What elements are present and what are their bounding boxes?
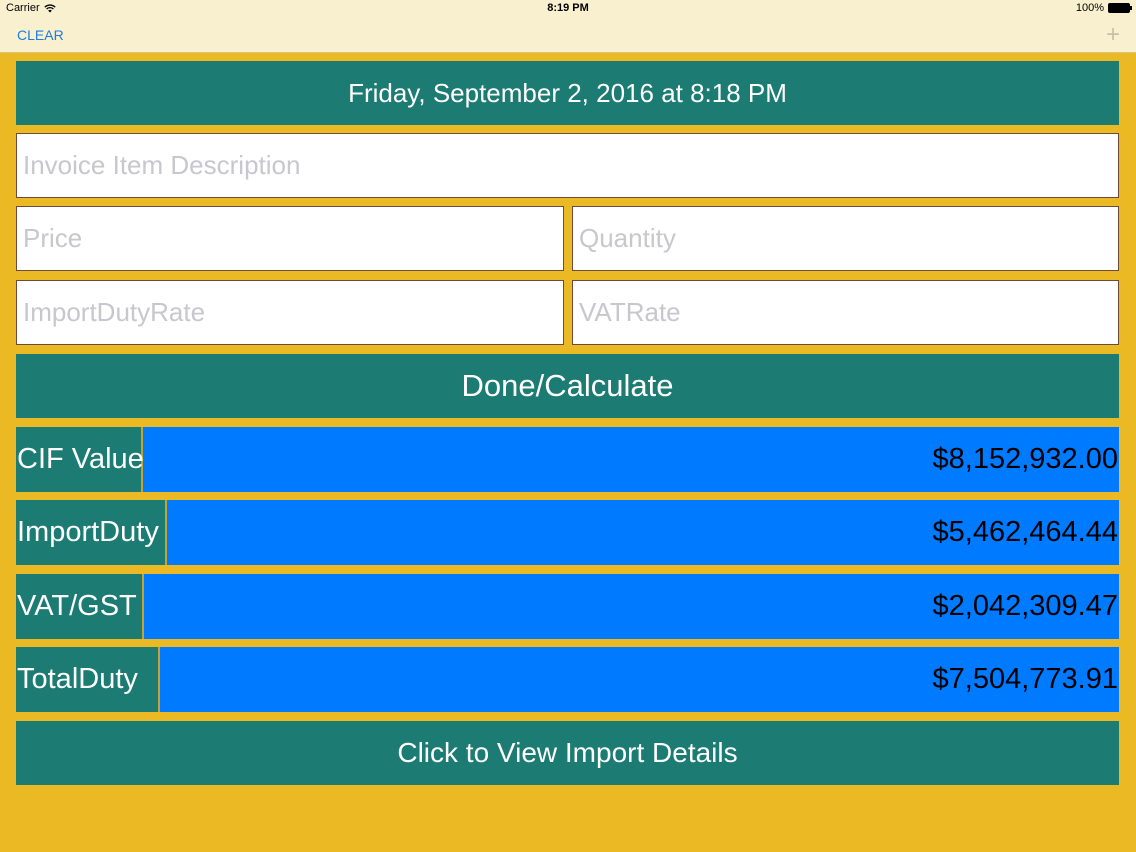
battery-percent: 100% bbox=[1075, 2, 1104, 14]
cif-value-amount: $8,152,932.00 bbox=[143, 427, 1119, 492]
date-display: Friday, September 2, 2016 at 8:18 PM bbox=[16, 61, 1119, 125]
view-import-details-button[interactable]: Click to View Import Details bbox=[16, 721, 1119, 785]
done-calculate-label: Done/Calculate bbox=[461, 368, 674, 403]
cif-value-label: CIF Value bbox=[16, 427, 144, 492]
result-row-cif-value: CIF Value $8,152,932.00 bbox=[16, 427, 1119, 492]
date-label: Friday, September 2, 2016 at 8:18 PM bbox=[348, 77, 787, 108]
clear-button[interactable]: CLEAR bbox=[17, 27, 64, 43]
price-input[interactable] bbox=[16, 206, 564, 271]
battery-icon bbox=[1108, 3, 1132, 13]
description-input[interactable] bbox=[16, 133, 1119, 198]
navigation-bar: CLEAR + bbox=[0, 18, 1136, 53]
add-button[interactable]: + bbox=[1106, 23, 1120, 47]
vat-gst-amount: $2,042,309.47 bbox=[144, 574, 1119, 639]
result-row-import-duty: ImportDuty $5,462,464.44 bbox=[16, 500, 1119, 565]
quantity-input[interactable] bbox=[572, 206, 1119, 271]
status-time: 8:19 PM bbox=[547, 2, 589, 14]
vat-rate-input[interactable] bbox=[572, 280, 1119, 345]
vat-gst-label: VAT/GST bbox=[16, 574, 144, 639]
done-calculate-button[interactable]: Done/Calculate bbox=[16, 354, 1119, 418]
total-duty-amount: $7,504,773.91 bbox=[160, 647, 1119, 712]
result-row-total-duty: TotalDuty $7,504,773.91 bbox=[16, 647, 1119, 712]
view-import-details-label: Click to View Import Details bbox=[397, 737, 738, 768]
plus-icon: + bbox=[1105, 21, 1120, 48]
import-duty-amount: $5,462,464.44 bbox=[167, 500, 1119, 565]
import-duty-label: ImportDuty bbox=[16, 500, 167, 565]
total-duty-label: TotalDuty bbox=[16, 647, 160, 712]
battery-indicator: 100% bbox=[1075, 2, 1132, 14]
status-bar: Carrier 8:19 PM 100% bbox=[0, 0, 1136, 18]
result-row-vat-gst: VAT/GST $2,042,309.47 bbox=[16, 574, 1119, 639]
import-duty-rate-input[interactable] bbox=[16, 280, 564, 345]
